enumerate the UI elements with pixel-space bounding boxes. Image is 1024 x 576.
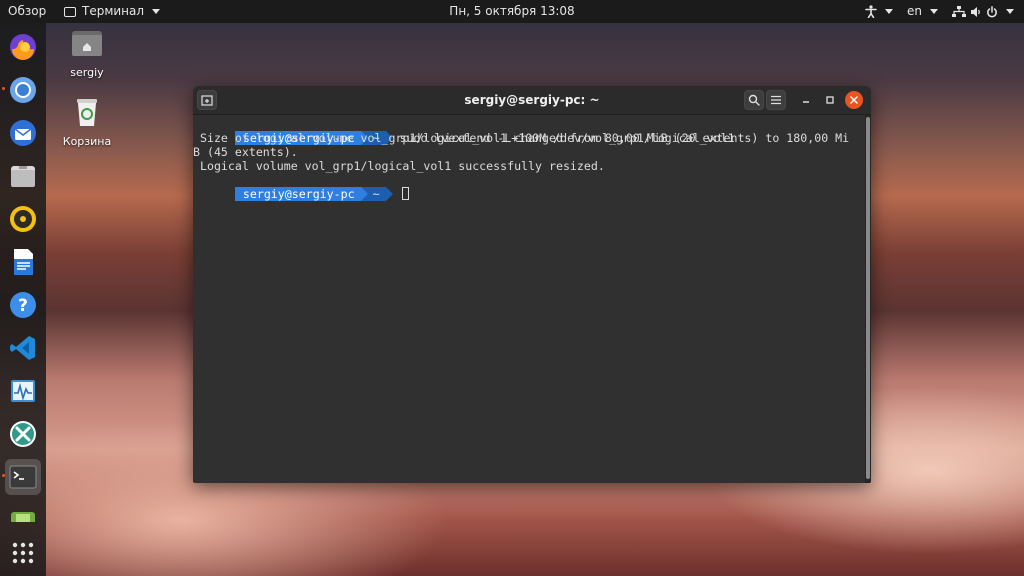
- output-line: Logical volume vol_grp1/logical_vol1 suc…: [193, 159, 605, 173]
- terminal-output[interactable]: sergiy@sergiy-pc ~ sudo lvextend -L+100M…: [193, 115, 865, 483]
- new-tab-icon: [201, 95, 213, 106]
- command-line: sergiy@sergiy-pc ~ sudo lvextend -L+100M…: [193, 117, 865, 145]
- dock-vscode[interactable]: [5, 330, 41, 366]
- system-tray: en: [865, 0, 1014, 23]
- firefox-icon: [10, 34, 36, 60]
- dock-thunderbird[interactable]: [5, 115, 41, 151]
- desktop-trash[interactable]: Корзина: [45, 96, 129, 148]
- scrollbar[interactable]: [865, 115, 871, 483]
- desktop-trash-label: Корзина: [62, 135, 112, 148]
- volume-icon: [971, 6, 980, 17]
- prompt-user: sergiy@sergiy-pc: [234, 187, 361, 201]
- dock-files[interactable]: [5, 158, 41, 194]
- dock-help[interactable]: ?: [5, 287, 41, 323]
- libreoffice-writer-icon: [14, 249, 33, 275]
- close-button[interactable]: [845, 91, 863, 109]
- status-menu[interactable]: [952, 5, 1014, 18]
- help-icon: ?: [10, 292, 36, 318]
- files-icon: [11, 166, 35, 187]
- rhythmbox-icon: [10, 206, 36, 232]
- input-line[interactable]: sergiy@sergiy-pc ~: [193, 173, 865, 201]
- maximize-icon: [826, 96, 834, 104]
- scrollbar-thumb[interactable]: [866, 117, 870, 479]
- menu-button[interactable]: [766, 90, 786, 110]
- top-bar: Обзор Терминал Пн, 5 октября 13:08 en: [0, 0, 1024, 23]
- crossover-icon: [10, 421, 36, 447]
- search-icon: [748, 94, 760, 106]
- title-bar[interactable]: sergiy@sergiy-pc: ~: [193, 86, 871, 115]
- output-line: B (45 extents).: [193, 145, 298, 159]
- system-monitor-icon: [11, 380, 35, 402]
- trash-icon: [77, 99, 97, 126]
- minimize-icon: [803, 101, 809, 103]
- chevron-down-icon: [885, 9, 893, 14]
- prompt-separator: [385, 187, 393, 201]
- dock: ?: [0, 23, 46, 576]
- show-apps-icon: [12, 542, 34, 564]
- new-tab-button[interactable]: [197, 90, 217, 110]
- network-icon: [952, 5, 966, 17]
- desktop-home-folder[interactable]: sergiy: [45, 27, 129, 79]
- close-icon: [850, 96, 858, 104]
- maximize-button[interactable]: [820, 90, 840, 110]
- chevron-down-icon: [1006, 9, 1014, 14]
- dock-writer[interactable]: [5, 244, 41, 280]
- output-line: Size of logical volume vol_grp1/logical_…: [193, 131, 850, 145]
- desktop-home-label: sergiy: [70, 66, 104, 79]
- dock-chromium[interactable]: [5, 72, 41, 108]
- dock-crossover[interactable]: [5, 416, 41, 452]
- dock-system-monitor[interactable]: [5, 373, 41, 409]
- dock-rhythmbox[interactable]: [5, 201, 41, 237]
- minimize-button[interactable]: [796, 90, 816, 110]
- prompt-separator: [360, 187, 368, 201]
- prompt-directory: ~: [367, 187, 386, 201]
- show-apps-button[interactable]: [5, 535, 41, 571]
- svg-text:?: ?: [18, 296, 28, 316]
- app-icon: [11, 512, 35, 522]
- accessibility-menu[interactable]: [865, 5, 893, 18]
- search-button[interactable]: [744, 90, 764, 110]
- language-menu[interactable]: en: [907, 0, 938, 23]
- dock-terminal[interactable]: [5, 459, 41, 495]
- dock-firefox[interactable]: [5, 29, 41, 65]
- home-folder-icon: [72, 31, 102, 56]
- accessibility-icon: [865, 5, 877, 18]
- text-cursor: [401, 187, 409, 200]
- chevron-down-icon: [930, 9, 938, 14]
- power-icon: [987, 5, 997, 17]
- language-indicator: en: [907, 4, 922, 18]
- hamburger-icon: [771, 95, 781, 105]
- dock-app[interactable]: [5, 502, 41, 522]
- terminal-window[interactable]: sergiy@sergiy-pc: ~ sergiy@sergiy-pc ~ s…: [193, 86, 871, 483]
- chromium-icon: [10, 77, 36, 103]
- vscode-icon: [10, 336, 35, 360]
- thunderbird-icon: [10, 120, 36, 146]
- prompt: sergiy@sergiy-pc ~: [234, 187, 393, 201]
- terminal-icon: [9, 465, 37, 489]
